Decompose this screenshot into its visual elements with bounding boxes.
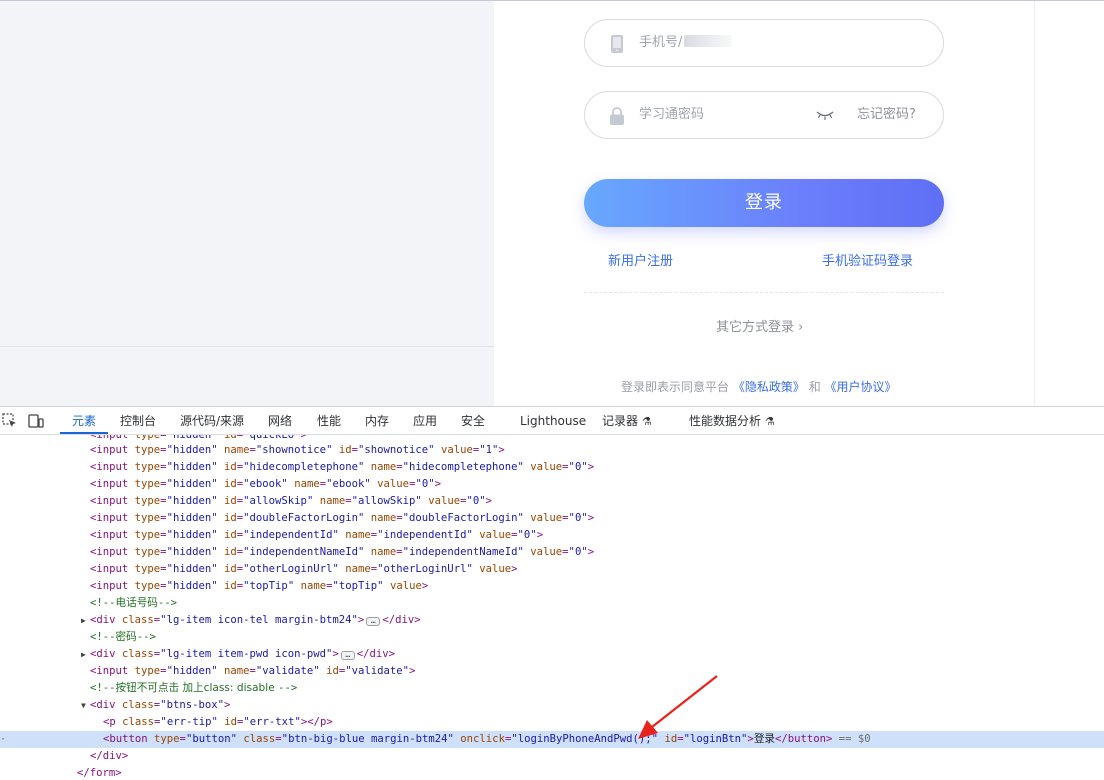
tree-line[interactable]: <!--电话号码--> [0,595,1104,612]
privacy-policy-link[interactable]: 《隐私政策》 [733,380,805,394]
tree-line[interactable]: <input type="hidden" name="validate" id=… [0,663,1104,680]
tree-line[interactable]: <input type="hidden" id="independentName… [0,544,1104,561]
agreement-prefix: 登录即表示同意平台 [621,380,730,394]
active-tab-indicator [60,432,108,434]
tree-line[interactable]: ▶ <div class="lg-item item-pwd icon-pwd">… [0,646,1104,663]
tab-security[interactable]: 安全 [461,413,485,429]
tree-line[interactable]: <input type="hidden" id="doubleFactorLog… [0,510,1104,527]
page-right-area [1034,1,1104,406]
flask-icon: ⚗ [765,415,775,428]
tab-recorder[interactable]: 记录器 ⚗ [602,413,652,430]
tree-line[interactable]: </form> [0,765,1104,780]
user-agreement-link[interactable]: 《用户协议》 [825,380,897,394]
devtools-tabbar: 元素 控制台 源代码/来源 网络 性能 内存 应用 安全 Lighthouse … [0,407,1104,435]
eye-closed-icon[interactable] [815,108,835,122]
flask-icon: ⚗ [642,415,652,428]
expand-triangle-icon[interactable]: ▶ [81,646,90,663]
tab-memory[interactable]: 内存 [365,413,389,429]
phone-icon [611,35,623,53]
other-login-link[interactable]: 其它方式登录 › [716,319,803,337]
password-placeholder: 学习通密码 [639,107,705,122]
screenshot: 手机号/ 学习通密码 忘记密码? 登录 新用户注册 手机验证码登录 其它方式登录… [0,0,1104,780]
tab-console[interactable]: 控制台 [120,413,156,429]
redacted-blur [684,35,733,47]
tree-line[interactable]: <input type="hidden" name="shownotice" i… [0,442,1104,459]
tree-line[interactable]: <input type="hidden" id="topTip" name="t… [0,578,1104,595]
phone-placeholder: 手机号/ [639,34,733,52]
divider [0,346,494,347]
device-toolbar-icon[interactable] [28,413,44,429]
inspect-element-icon[interactable] [2,413,18,429]
tree-line[interactable]: <input type="hidden" id="allowSkip" name… [0,493,1104,510]
tree-line[interactable]: ▶ <div class="lg-item icon-tel margin-btm… [0,612,1104,629]
ellipsis-icon[interactable]: … [366,617,381,626]
expand-triangle-icon[interactable]: ▶ [81,612,90,629]
tree-line[interactable]: ▼ <div class="btns-box"> [0,697,1104,714]
tab-performance[interactable]: 性能 [317,413,341,429]
tree-line[interactable]: <input type="hidden" id="hidecompletepho… [0,459,1104,476]
tab-performance-insights[interactable]: 性能数据分析 ⚗ [689,413,775,430]
password-field[interactable]: 学习通密码 忘记密码? [584,91,944,139]
tree-line[interactable]: <!--密码--> [0,629,1104,646]
chevron-right-icon: › [798,320,804,335]
elements-tree: <input type="hidden" id="quickLo"> <inpu… [0,435,1104,780]
login-panel: 手机号/ 学习通密码 忘记密码? 登录 新用户注册 手机验证码登录 其它方式登录… [494,1,1034,406]
tree-line[interactable]: <input type="hidden" id="otherLoginUrl" … [0,561,1104,578]
ellipsis-icon[interactable]: … [340,651,355,660]
tab-application[interactable]: 应用 [413,413,437,429]
devtools-panel: 元素 控制台 源代码/来源 网络 性能 内存 应用 安全 Lighthouse … [0,406,1104,780]
lock-icon [610,107,624,125]
tab-elements[interactable]: 元素 [72,413,96,429]
agreement-and: 和 [808,380,821,394]
tree-line[interactable]: </div> [0,748,1104,765]
dashed-divider [584,292,944,293]
tab-network[interactable]: 网络 [268,413,292,429]
phone-field[interactable]: 手机号/ [584,19,944,67]
tab-lighthouse[interactable]: Lighthouse [520,413,586,429]
tree-line-selected[interactable]: · <button type="button" class="btn-big-bl… [0,731,1104,748]
agreement-text: 登录即表示同意平台 《隐私政策》 和 《用户协议》 [621,379,897,395]
selection-marker: · [0,734,7,745]
sms-login-link[interactable]: 手机验证码登录 [822,253,913,271]
tree-line[interactable]: <input type="hidden" id="ebook" name="eb… [0,476,1104,493]
tree-line[interactable]: <input type="hidden" id="independentId" … [0,527,1104,544]
forgot-password-link[interactable]: 忘记密码? [857,106,916,124]
tree-line[interactable]: <!--按钮不可点击 加上class: disable --> [0,680,1104,697]
tree-line[interactable]: <p class="err-tip" id="err-txt"></p> [0,714,1104,731]
login-button[interactable]: 登录 [584,179,944,227]
tab-sources[interactable]: 源代码/来源 [180,413,244,429]
page-left-background [0,1,494,406]
register-link[interactable]: 新用户注册 [608,253,673,271]
collapse-triangle-icon[interactable]: ▼ [81,697,90,714]
